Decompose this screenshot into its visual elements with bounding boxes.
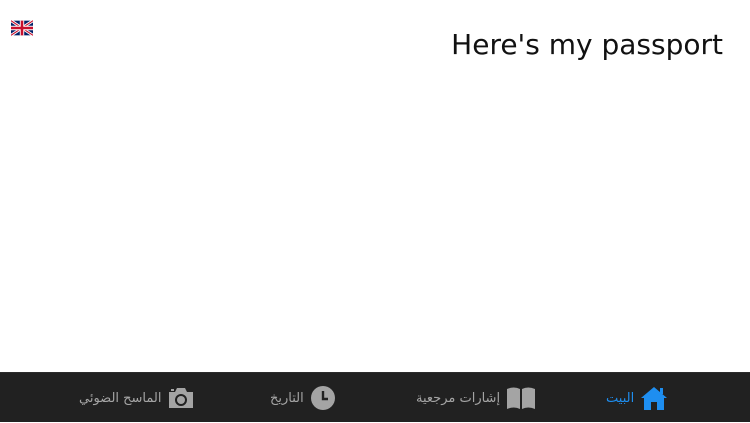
- camera-icon: [167, 386, 195, 410]
- tab-bar: البيت إشارات مرجعية التاريخ الماسح الضوئ…: [0, 372, 750, 422]
- tab-history[interactable]: التاريخ: [270, 373, 336, 423]
- tab-bookmarks-label: إشارات مرجعية: [416, 390, 501, 406]
- clock-icon: [310, 385, 336, 411]
- main-content: Here's my passport: [0, 0, 750, 372]
- tab-home-label: البيت: [606, 390, 635, 406]
- tab-history-label: التاريخ: [270, 390, 304, 406]
- tab-bookmarks[interactable]: إشارات مرجعية: [416, 373, 536, 423]
- tab-home[interactable]: البيت: [606, 373, 668, 423]
- tab-scanner[interactable]: الماسح الضوئي: [79, 373, 195, 423]
- language-flag-button[interactable]: [10, 19, 34, 37]
- home-icon: [640, 385, 668, 411]
- uk-flag-icon: [10, 19, 34, 37]
- phrase-text: Here's my passport: [451, 28, 723, 61]
- tab-scanner-label: الماسح الضوئي: [79, 390, 162, 406]
- book-icon: [506, 386, 536, 410]
